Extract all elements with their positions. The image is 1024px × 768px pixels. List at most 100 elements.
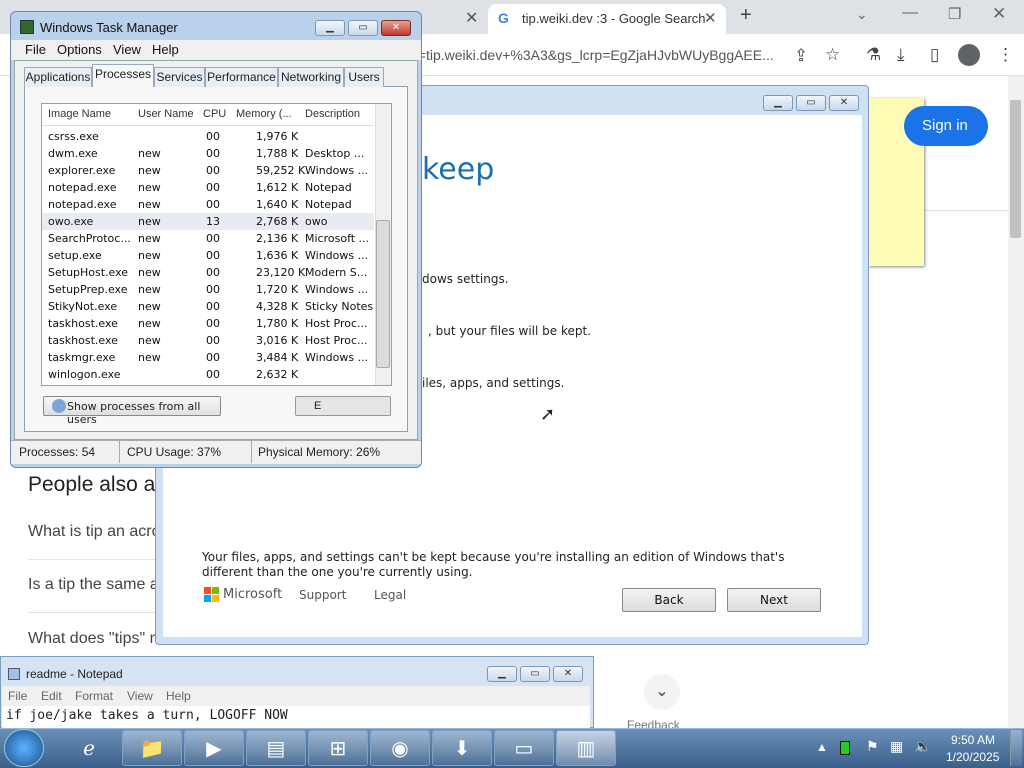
share-icon[interactable]: ⇪: [794, 46, 808, 66]
column-image-name[interactable]: Image Name: [48, 108, 111, 120]
process-row[interactable]: dwm.exe new 00 1,788 K Desktop ...: [42, 145, 374, 162]
np-close-button[interactable]: ✕: [553, 666, 583, 682]
menu-view[interactable]: View: [113, 42, 141, 57]
question-1[interactable]: What is tip an acro: [28, 523, 161, 541]
clock-time[interactable]: 9:50 AM: [951, 733, 995, 747]
setup-close-button[interactable]: ✕: [829, 95, 859, 111]
np-menu-file[interactable]: File: [8, 689, 27, 703]
process-name: taskhost.exe: [48, 334, 118, 347]
np-menu-edit[interactable]: Edit: [41, 689, 62, 703]
tab-applications[interactable]: Applications: [24, 67, 92, 87]
process-list-scroll-thumb[interactable]: [376, 220, 390, 368]
setup-taskbar-icon[interactable]: ⬇: [432, 730, 492, 766]
np-maximize-button[interactable]: ▭: [520, 666, 550, 682]
new-tab-icon[interactable]: +: [740, 4, 752, 27]
question-2[interactable]: Is a tip the same a: [28, 576, 159, 594]
menu-file[interactable]: File: [25, 42, 46, 57]
np-menu-view[interactable]: View: [127, 689, 153, 703]
notepad-taskbar-icon[interactable]: ▤: [246, 730, 306, 766]
address-bar[interactable]: q=tip.weiki.dev+%3A3&gs_lcrp=EgZjaHJvbWU…: [410, 40, 790, 70]
download-icon[interactable]: ⤓: [897, 45, 905, 65]
tm-close-button[interactable]: ✕: [381, 20, 411, 36]
process-row[interactable]: taskmgr.exe new 00 3,484 K Windows ...: [42, 349, 374, 366]
page-scroll-thumb[interactable]: [1010, 100, 1021, 238]
tm-minimize-button[interactable]: ▁: [315, 20, 345, 36]
tm-maximize-button[interactable]: ▭: [348, 20, 378, 36]
process-row[interactable]: owo.exe new 13 2,768 K owo: [42, 213, 374, 230]
show-hidden-icons-icon[interactable]: ▲: [816, 740, 828, 754]
tab-users[interactable]: Users: [344, 67, 384, 87]
process-row[interactable]: taskhost.exe new 00 3,016 K Host Proc...: [42, 332, 374, 349]
close-window-icon[interactable]: ✕: [992, 4, 1006, 24]
process-user: new: [138, 351, 161, 364]
column-memory[interactable]: Memory (...: [236, 108, 292, 120]
back-button[interactable]: Back: [622, 588, 716, 612]
menu-options[interactable]: Options: [57, 42, 102, 57]
minimize-icon[interactable]: —: [902, 4, 918, 22]
process-desc: Modern S...: [305, 266, 368, 279]
process-row[interactable]: taskhost.exe new 00 1,780 K Host Proc...: [42, 315, 374, 332]
more-menu-icon[interactable]: ⋮: [997, 45, 1014, 65]
tab-processes[interactable]: Processes: [92, 64, 154, 87]
np-menu-help[interactable]: Help: [166, 689, 191, 703]
battery-icon[interactable]: [840, 741, 850, 755]
sign-in-button[interactable]: Sign in: [904, 106, 988, 146]
menu-help[interactable]: Help: [152, 42, 179, 57]
tab-google-search[interactable]: G tip.weiki.dev :3 - Google Search ✕: [488, 4, 726, 34]
restore-icon[interactable]: ❐: [948, 5, 961, 23]
process-row[interactable]: winlogon.exe 00 2,632 K: [42, 366, 374, 383]
column-cpu[interactable]: CPU: [203, 108, 226, 120]
control-panel-icon[interactable]: ⊞: [308, 730, 368, 766]
tab-performance[interactable]: Performance: [205, 67, 278, 87]
np-minimize-button[interactable]: ▁: [487, 666, 517, 682]
close-tab-icon[interactable]: ✕: [465, 8, 478, 28]
process-user: new: [138, 334, 161, 347]
tab-search-icon[interactable]: ⌄: [856, 6, 868, 23]
show-all-processes-button[interactable]: Show processes from all users: [43, 396, 221, 426]
close-tab-icon[interactable]: ✕: [704, 9, 717, 27]
setup-maximize-button[interactable]: ▭: [796, 95, 826, 111]
chevron-down-icon[interactable]: ⌄: [644, 674, 680, 710]
media-player-icon[interactable]: ▶: [184, 730, 244, 766]
process-cpu: 00: [206, 249, 220, 262]
process-desc: Host Proc...: [305, 334, 368, 347]
column-user-name[interactable]: User Name: [138, 108, 194, 120]
flag-icon[interactable]: ⚑: [866, 738, 879, 755]
extension-icon[interactable]: ⚗: [866, 45, 881, 65]
process-row[interactable]: SearchProtoc... new 00 2,136 K Microsoft ...: [42, 230, 374, 247]
chrome-taskbar-icon[interactable]: ◉: [370, 730, 430, 766]
volume-icon[interactable]: 🔈: [914, 738, 931, 755]
sticky-notes-taskbar-icon[interactable]: ▭: [494, 730, 554, 766]
process-row[interactable]: StikyNot.exe new 00 4,328 K Sticky Notes: [42, 298, 374, 315]
process-row[interactable]: csrss.exe 00 1,976 K: [42, 128, 374, 145]
process-row[interactable]: SetupPrep.exe new 00 1,720 K Windows ...: [42, 281, 374, 298]
side-panel-icon[interactable]: ▯: [930, 45, 939, 65]
start-button[interactable]: [4, 729, 44, 767]
support-link[interactable]: Support: [299, 588, 346, 602]
process-cpu: 00: [206, 164, 220, 177]
column-description[interactable]: Description: [305, 108, 360, 120]
tab-services[interactable]: Services: [154, 67, 205, 87]
end-process-button[interactable]: E: [295, 396, 391, 416]
task-manager-taskbar-icon[interactable]: ▥: [556, 730, 616, 766]
process-row[interactable]: notepad.exe new 00 1,640 K Notepad: [42, 196, 374, 213]
legal-link[interactable]: Legal: [374, 588, 406, 602]
explorer-taskbar-icon[interactable]: 📁: [122, 730, 182, 766]
np-menu-format[interactable]: Format: [75, 689, 113, 703]
profile-avatar-icon[interactable]: [958, 44, 980, 66]
internet-explorer-icon[interactable]: ℯ: [60, 730, 118, 766]
setup-minimize-button[interactable]: ▁: [763, 95, 793, 111]
notepad-text-area[interactable]: if joe/jake takes a turn, LOGOFF NOW: [2, 706, 590, 728]
next-button[interactable]: Next: [727, 588, 821, 612]
process-row[interactable]: notepad.exe new 00 1,612 K Notepad: [42, 179, 374, 196]
process-row[interactable]: explorer.exe new 00 59,252 K Windows ...: [42, 162, 374, 179]
process-row[interactable]: setup.exe new 00 1,636 K Windows ...: [42, 247, 374, 264]
show-desktop-button[interactable]: [1010, 730, 1022, 766]
bookmark-star-icon[interactable]: ☆: [825, 45, 840, 65]
question-3[interactable]: What does "tips" m: [28, 630, 163, 648]
clock-date[interactable]: 1/20/2025: [946, 750, 999, 764]
network-icon[interactable]: ▦: [890, 738, 903, 755]
tab-networking[interactable]: Networking: [278, 67, 344, 87]
process-row[interactable]: SetupHost.exe new 00 23,120 K Modern S...: [42, 264, 374, 281]
process-user: new: [138, 215, 161, 228]
